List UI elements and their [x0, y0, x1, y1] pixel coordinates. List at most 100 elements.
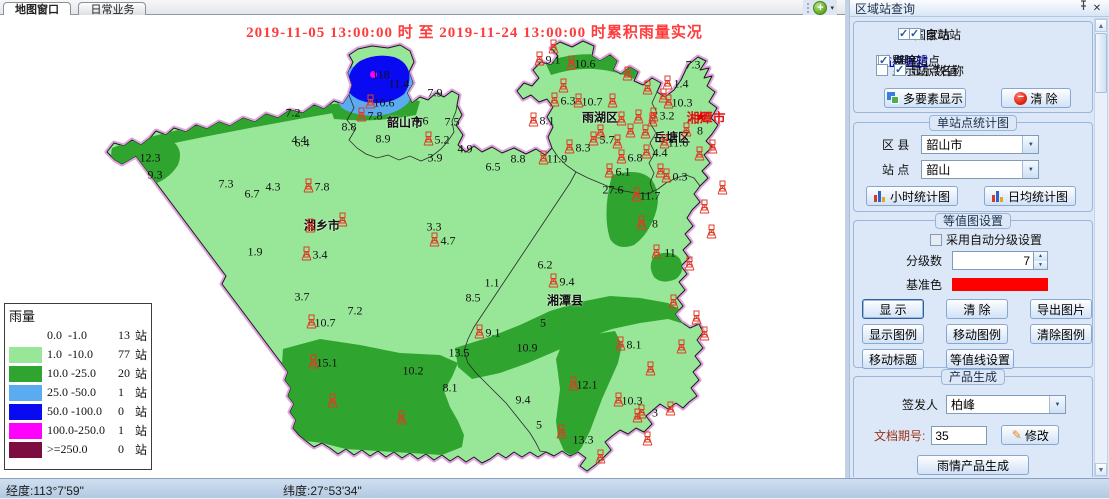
- modify-label: 修改: [1025, 427, 1049, 444]
- scroll-up-icon[interactable]: ▲: [1095, 19, 1107, 32]
- legend-row: 1.0 -10.077站: [9, 345, 147, 364]
- modify-button[interactable]: ✎ 修改: [1001, 425, 1059, 445]
- county-value: 韶山市: [922, 136, 1022, 153]
- legend-swatch: [9, 423, 42, 439]
- rain-patch-east-small: [651, 253, 683, 282]
- doc-number-input[interactable]: 35: [931, 426, 987, 445]
- basecolor-label: 基准色: [906, 276, 942, 293]
- clear-contour-button[interactable]: 清 除: [946, 299, 1008, 319]
- county-select[interactable]: 韶山市 ▼: [921, 135, 1039, 154]
- show-names-checkbox[interactable]: [876, 64, 888, 76]
- toolbox-caret-icon[interactable]: ▾: [830, 4, 834, 12]
- show-values-label: 显示数值: [910, 62, 958, 79]
- signer-select[interactable]: 柏峰 ▼: [946, 395, 1066, 414]
- legend-unit: 站: [135, 403, 147, 420]
- legend-row: 50.0 -100.00站: [9, 402, 147, 421]
- clear-stations-button[interactable]: − 清 除: [1001, 88, 1071, 108]
- auto-grade-checkbox[interactable]: [930, 234, 942, 246]
- signer-caret-icon[interactable]: ▼: [1049, 396, 1065, 413]
- export-image-button[interactable]: 导出图片: [1030, 299, 1092, 319]
- levels-value[interactable]: 7: [952, 251, 1034, 270]
- hourly-chart-label: 小时统计图: [890, 188, 950, 205]
- pencil-icon: ✎: [1012, 429, 1022, 441]
- signer-label: 签发人: [902, 396, 938, 413]
- legend-range: 1.0 -10.0: [47, 347, 118, 362]
- add-layer-button[interactable]: +: [813, 1, 827, 15]
- legend-row: 100.0-250.01站: [9, 421, 147, 440]
- station-caret-icon[interactable]: ▼: [1022, 161, 1038, 178]
- generate-product-button[interactable]: 雨情产品生成: [917, 455, 1029, 475]
- region-station-panel: 区域站查询 ✕ 国家站 自动站 剔除站点 降序: [849, 0, 1109, 478]
- panel-title: 区域站查询: [855, 0, 915, 17]
- generate-product-label: 雨情产品生成: [937, 457, 1009, 474]
- spinner-up-icon[interactable]: ▲: [1034, 252, 1047, 261]
- display-options-group: 国家站 自动站 剔除站点 降序 站点编辑 显示站点名称: [853, 21, 1093, 113]
- legend-count: 77: [118, 347, 135, 362]
- legend-swatch: [9, 347, 42, 363]
- auto-station-label: 自动站: [925, 26, 961, 43]
- pin-icon[interactable]: [1076, 0, 1090, 16]
- auto-station-option[interactable]: 自动站: [909, 26, 961, 43]
- auto-grade-option[interactable]: 采用自动分级设置: [930, 231, 1042, 248]
- levels-spinner[interactable]: 7 ▲ ▼: [952, 251, 1048, 270]
- scrollbar-thumb[interactable]: [1095, 33, 1107, 93]
- show-legend-button[interactable]: 显示图例: [862, 324, 924, 344]
- daily-chart-label: 日均统计图: [1008, 188, 1068, 205]
- legend-swatch: [9, 385, 42, 401]
- station-chart-group: 单站点统计图 区 县 韶山市 ▼ 站 点 韶山 ▼ 小时统计图 日均统计图: [853, 122, 1093, 212]
- station-label: 站 点: [882, 161, 909, 178]
- legend-unit: 站: [135, 346, 147, 363]
- show-values-option[interactable]: 显示数值: [894, 62, 958, 79]
- panel-scrollbar[interactable]: ▲ ▼: [1094, 18, 1108, 477]
- county-label: 区 县: [882, 136, 909, 153]
- clear-stations-label: 清 除: [1030, 90, 1057, 107]
- legend-row: 10.0 -25.020站: [9, 364, 147, 383]
- multi-element-button[interactable]: 多要素显示: [884, 88, 966, 108]
- station-select[interactable]: 韶山 ▼: [921, 160, 1039, 179]
- doc-number-label: 文档期号:: [874, 427, 925, 444]
- contour-line-settings-button[interactable]: 等值线设置: [946, 349, 1014, 369]
- legend-range: 25.0 -50.0: [47, 385, 118, 400]
- scroll-down-icon[interactable]: ▼: [1095, 463, 1107, 476]
- station-value: 韶山: [922, 161, 1022, 178]
- clear-legend-button[interactable]: 清除图例: [1030, 324, 1092, 344]
- legend-row: 0.0 -1.013站: [9, 326, 147, 345]
- hourly-chart-button[interactable]: 小时统计图: [866, 186, 958, 206]
- legend-count: 1: [118, 385, 135, 400]
- map-canvas[interactable]: 2019-11-05 13:00:00 时 至 2019-11-24 13:00…: [0, 15, 845, 478]
- move-title-button[interactable]: 移动标题: [862, 349, 924, 369]
- legend-swatch: [9, 404, 42, 420]
- legend-swatch: [9, 328, 42, 344]
- levels-label: 分级数: [906, 252, 942, 269]
- basecolor-swatch[interactable]: [952, 278, 1048, 291]
- county-caret-icon[interactable]: ▼: [1022, 136, 1038, 153]
- legend-range: >=250.0: [47, 442, 118, 457]
- legend-count: 20: [118, 366, 135, 381]
- legend-row: >=250.00站: [9, 440, 147, 459]
- daily-chart-button[interactable]: 日均统计图: [984, 186, 1076, 206]
- show-values-checkbox[interactable]: [894, 64, 906, 76]
- latitude-readout: 纬度:27°53'34": [283, 482, 362, 499]
- spinner-down-icon[interactable]: ▼: [1034, 261, 1047, 270]
- multi-element-label: 多要素显示: [903, 90, 963, 107]
- legend-range: 10.0 -25.0: [47, 366, 118, 381]
- legend-swatch: [9, 442, 42, 458]
- close-icon[interactable]: ✕: [1090, 1, 1104, 16]
- longitude-readout: 经度:113°7'59": [6, 482, 84, 499]
- legend-unit: 站: [135, 422, 147, 439]
- tab-bar: 地图窗口 日常业务 + ▾: [0, 0, 845, 15]
- legend-count: 1: [118, 423, 135, 438]
- move-legend-button[interactable]: 移动图例: [946, 324, 1008, 344]
- legend-unit: 站: [135, 365, 147, 382]
- panel-header: 区域站查询 ✕: [850, 0, 1109, 17]
- bar-chart-icon: [874, 190, 887, 202]
- legend-range: 0.0 -1.0: [47, 328, 118, 343]
- show-contour-button[interactable]: 显 示: [862, 299, 924, 319]
- tabbar-toolbox: + ▾: [803, 0, 837, 15]
- product-group-title: 产品生成: [941, 369, 1005, 385]
- legend-count: 0: [118, 404, 135, 419]
- signer-value: 柏峰: [947, 396, 1049, 413]
- rainfall-legend[interactable]: 雨量 0.0 -1.013站1.0 -10.077站10.0 -25.020站2…: [4, 303, 152, 470]
- auto-station-checkbox[interactable]: [909, 28, 921, 40]
- legend-unit: 站: [135, 384, 147, 401]
